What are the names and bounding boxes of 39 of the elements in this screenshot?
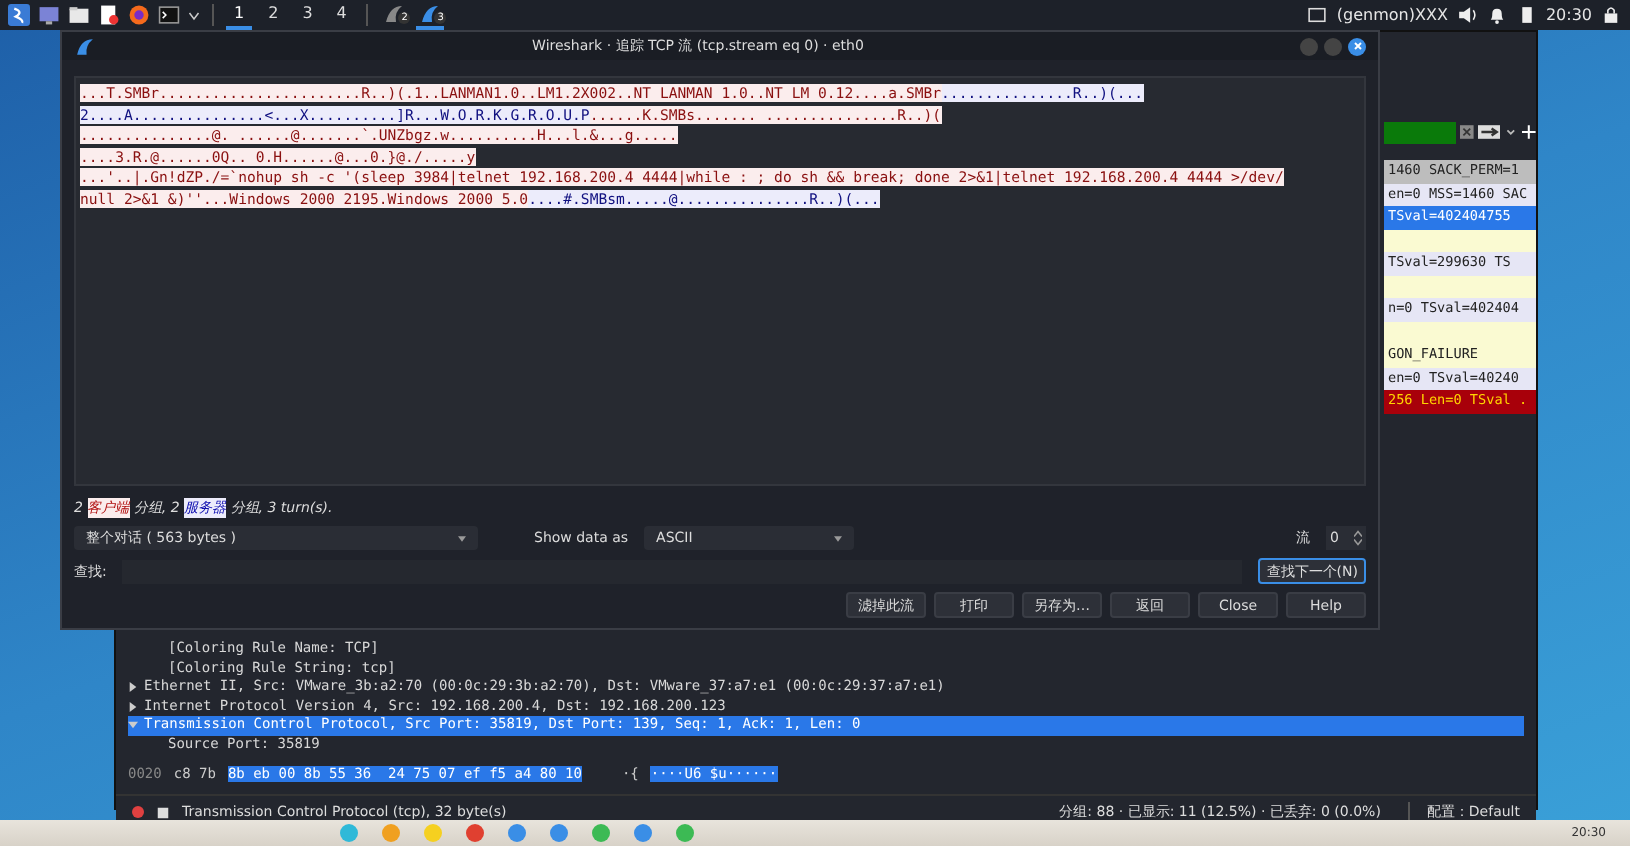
- browser-icon[interactable]: [128, 4, 150, 26]
- clock: 20:30: [1545, 6, 1592, 24]
- workspace-button[interactable]: 4: [328, 0, 355, 30]
- app-icon[interactable]: [634, 824, 652, 842]
- expand-arrow-icon[interactable]: [128, 701, 138, 712]
- document-icon[interactable]: [98, 4, 120, 26]
- spin-arrows-icon[interactable]: [1354, 530, 1362, 546]
- stream-text-area[interactable]: [74, 76, 1366, 486]
- caret-icon[interactable]: [188, 9, 200, 21]
- speaker-icon[interactable]: [1455, 4, 1478, 26]
- close-button[interactable]: [1348, 37, 1366, 55]
- fin-icon: [420, 3, 441, 23]
- edit-icon[interactable]: [156, 805, 170, 819]
- workspace-button[interactable]: 3: [294, 0, 321, 30]
- plus-icon[interactable]: [1522, 124, 1536, 140]
- close-icon: [1351, 40, 1363, 52]
- monitor-icon[interactable]: [38, 4, 60, 26]
- window-icon: [1306, 4, 1329, 26]
- clear-icon[interactable]: [1459, 124, 1473, 140]
- app-icon[interactable]: [508, 824, 526, 842]
- app-icon[interactable]: [550, 824, 568, 842]
- packet-row[interactable]: [1384, 229, 1536, 252]
- expand-arrow-icon[interactable]: [128, 682, 138, 693]
- workspace-button[interactable]: 2: [260, 0, 287, 30]
- caret-icon[interactable]: [1504, 124, 1519, 140]
- arrow-icon[interactable]: [1477, 124, 1501, 140]
- bell-icon[interactable]: [1485, 4, 1508, 26]
- caret-icon: [834, 535, 843, 541]
- lock-icon[interactable]: [1600, 4, 1622, 26]
- app-icon[interactable]: [466, 824, 484, 842]
- status-dot[interactable]: [132, 806, 144, 818]
- caret-icon: [458, 535, 466, 541]
- menu-icon[interactable]: [8, 4, 30, 26]
- terminal-icon[interactable]: [158, 4, 180, 26]
- fin-icon: [384, 3, 405, 23]
- app-icon: [74, 35, 96, 57]
- genmon-label: (genmon)XXX: [1336, 6, 1448, 24]
- folder-icon[interactable]: [68, 4, 90, 26]
- filter-field[interactable]: [1384, 121, 1456, 143]
